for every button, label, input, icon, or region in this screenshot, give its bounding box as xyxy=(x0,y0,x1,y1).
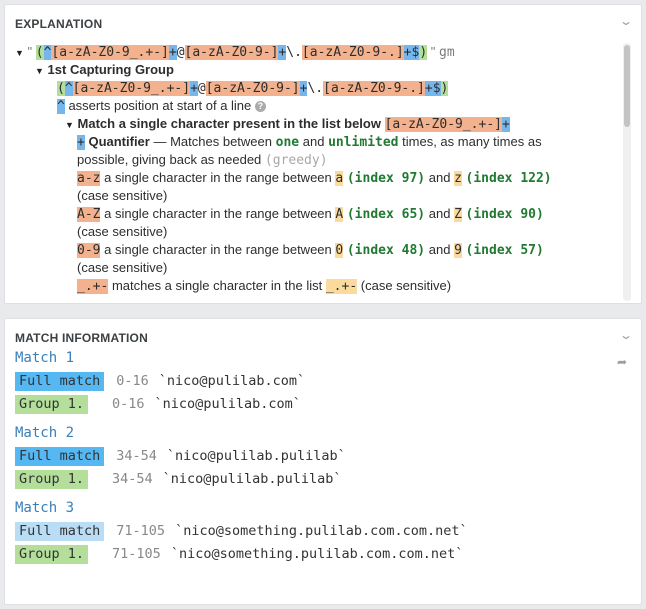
expand-triangle-icon[interactable]: ▼ xyxy=(65,120,74,130)
anchor-explanation: ^ asserts position at start of a line ? xyxy=(57,97,266,116)
regex-token-dot[interactable]: \. xyxy=(286,45,302,60)
scrollbar-thumb[interactable] xyxy=(624,45,630,127)
quantifier-explanation-cont: possible, giving back as needed (greedy) xyxy=(77,152,328,168)
match-row[interactable]: Group 1. 0-16 `nico@pulilab.com` xyxy=(15,395,301,414)
match-title: Match 1 xyxy=(15,350,75,366)
share-icon[interactable]: ➦ xyxy=(617,355,627,369)
match-info-header[interactable]: MATCH INFORMATION ⌄ xyxy=(5,319,641,347)
full-match-label[interactable]: Full match xyxy=(15,522,105,541)
regex-token-at[interactable]: @ xyxy=(177,45,185,60)
explanation-header[interactable]: EXPLANATION ⌄ xyxy=(5,5,641,33)
list-explanation: _.+- matches a single character in the l… xyxy=(77,278,452,294)
quantifier-explanation: + Quantifier — Matches between one and u… xyxy=(77,134,542,150)
explanation-panel: EXPLANATION ⌄ ▼ " (^[a-zA-Z0-9_.+-]+@[a-… xyxy=(4,4,642,304)
range-explanation-digit: 0-9 a single character in the range betw… xyxy=(77,242,544,258)
help-icon[interactable]: ? xyxy=(254,101,266,113)
match-row[interactable]: Full match 0-16 `nico@pulilab.com` xyxy=(15,372,305,391)
range-explanation-lower: a-z a single character in the range betw… xyxy=(77,170,552,186)
match-row[interactable]: Full match 34-54 `nico@pulilab.pulilab` xyxy=(15,447,346,466)
anchor-token[interactable]: ^ xyxy=(57,99,65,114)
expand-triangle-icon[interactable]: ▼ xyxy=(15,48,24,58)
regex-token-plus-end[interactable]: +$ xyxy=(403,45,420,60)
explanation-scrollbar[interactable] xyxy=(623,43,631,301)
group-label[interactable]: Group 1. xyxy=(15,395,89,414)
collapse-chevron-icon[interactable]: ⌄ xyxy=(619,328,633,342)
quantifier-token[interactable]: + xyxy=(77,135,85,150)
char-class-node[interactable]: ▼ Match a single character present in th… xyxy=(65,115,510,134)
regex-token-class2[interactable]: [a-zA-Z0-9-] xyxy=(184,45,279,60)
match-title: Match 2 xyxy=(15,425,75,441)
match-row[interactable]: Group 1. 71-105 `nico@something.pulilab.co… xyxy=(15,545,463,564)
regex-token-group-open[interactable]: ( xyxy=(35,45,44,60)
expand-triangle-icon[interactable]: ▼ xyxy=(35,66,44,76)
match-row[interactable]: Group 1. 34-54 `nico@pulilab.pulilab` xyxy=(15,470,341,489)
group-regex: (^[a-zA-Z0-9_.+-]+@[a-zA-Z0-9-]+\.[a-zA-… xyxy=(57,81,449,96)
range-explanation-upper: A-Z a single character in the range betw… xyxy=(77,206,544,222)
group-label[interactable]: Group 1. xyxy=(15,470,89,489)
match-information-panel: MATCH INFORMATION ⌄ ➦ Match 1 Full match… xyxy=(4,318,642,605)
collapse-chevron-icon[interactable]: ⌄ xyxy=(619,14,633,28)
full-match-label[interactable]: Full match xyxy=(15,447,105,466)
match-title: Match 3 xyxy=(15,500,75,516)
capturing-group-node[interactable]: ▼ 1st Capturing Group xyxy=(35,61,174,80)
regex-token-class1[interactable]: [a-zA-Z0-9_.+-] xyxy=(51,45,169,60)
group-heading: 1st Capturing Group xyxy=(47,62,174,77)
explanation-title: EXPLANATION xyxy=(15,17,103,31)
regex-token-class3[interactable]: [a-zA-Z0-9-.] xyxy=(301,45,404,60)
match-info-title: MATCH INFORMATION xyxy=(15,331,148,345)
regex-flags: gm xyxy=(439,45,455,60)
full-match-label[interactable]: Full match xyxy=(15,372,105,391)
group-label[interactable]: Group 1. xyxy=(15,545,89,564)
match-row[interactable]: Full match 71-105 `nico@something.pulilab.… xyxy=(15,522,468,541)
regex-token-plus[interactable]: + xyxy=(168,45,177,60)
regex-token-group-close[interactable]: ) xyxy=(419,45,428,60)
regex-node[interactable]: ▼ " (^[a-zA-Z0-9_.+-]+@[a-zA-Z0-9-]+\.[a… xyxy=(15,43,455,62)
